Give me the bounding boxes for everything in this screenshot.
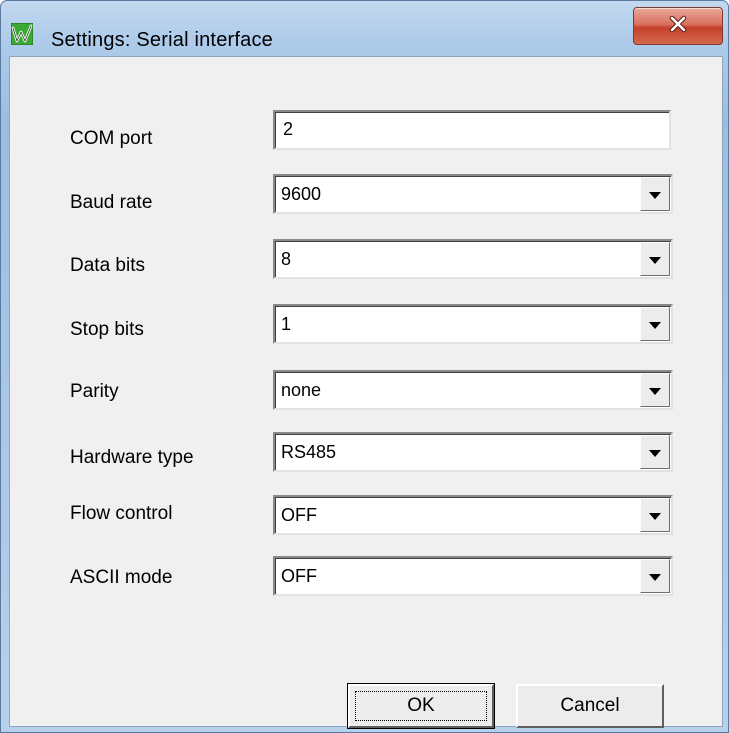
close-icon (668, 15, 688, 37)
hardware-type-label: Hardware type (70, 447, 194, 468)
flow-control-select[interactable]: OFF (273, 495, 673, 535)
dialog-client-area: COM port 2 Baud rate 9600 Data bits 8 St… (9, 56, 723, 727)
com-port-label: COM port (70, 128, 153, 149)
parity-label: Parity (70, 381, 119, 402)
title-bar[interactable]: Settings: Serial interface (1, 1, 728, 56)
dialog-window: Settings: Serial interface COM port 2 Ba… (0, 0, 729, 733)
ok-button[interactable]: OK (347, 683, 495, 729)
chevron-down-icon (649, 387, 661, 395)
com-port-value: 2 (283, 119, 294, 139)
data-bits-dropdown-button[interactable] (640, 242, 670, 276)
data-bits-label: Data bits (70, 255, 145, 276)
flow-control-label: Flow control (70, 503, 173, 524)
baud-rate-select[interactable]: 9600 (273, 174, 673, 214)
baud-rate-value: 9600 (281, 184, 322, 204)
ascii-mode-select[interactable]: OFF (273, 556, 673, 596)
app-logo-w-icon (10, 22, 34, 46)
stop-bits-dropdown-button[interactable] (640, 307, 670, 341)
hardware-type-dropdown-button[interactable] (640, 435, 670, 469)
close-button[interactable] (633, 7, 723, 45)
hardware-type-select[interactable]: RS485 (273, 432, 673, 472)
baud-rate-dropdown-button[interactable] (640, 177, 670, 211)
chevron-down-icon (649, 512, 661, 520)
flow-control-value: OFF (281, 505, 317, 525)
cancel-button[interactable]: Cancel (516, 684, 664, 728)
flow-control-dropdown-button[interactable] (640, 498, 670, 532)
stop-bits-label: Stop bits (70, 319, 144, 340)
window-title: Settings: Serial interface (51, 29, 273, 51)
ascii-mode-value: OFF (281, 566, 317, 586)
focus-rectangle (355, 691, 487, 721)
parity-dropdown-button[interactable] (640, 373, 670, 407)
cancel-button-label: Cancel (560, 695, 620, 716)
hardware-type-value: RS485 (281, 442, 337, 462)
parity-select[interactable]: none (273, 370, 673, 410)
ascii-mode-label: ASCII mode (70, 567, 173, 588)
data-bits-select[interactable]: 8 (273, 239, 673, 279)
baud-rate-label: Baud rate (70, 192, 153, 213)
com-port-input[interactable]: 2 (273, 110, 671, 150)
chevron-down-icon (649, 321, 661, 329)
data-bits-value: 8 (281, 249, 292, 269)
ascii-mode-dropdown-button[interactable] (640, 559, 670, 593)
stop-bits-value: 1 (281, 314, 292, 334)
chevron-down-icon (649, 191, 661, 199)
chevron-down-icon (649, 573, 661, 581)
chevron-down-icon (649, 256, 661, 264)
chevron-down-icon (649, 449, 661, 457)
parity-value: none (281, 380, 322, 400)
stop-bits-select[interactable]: 1 (273, 304, 673, 344)
